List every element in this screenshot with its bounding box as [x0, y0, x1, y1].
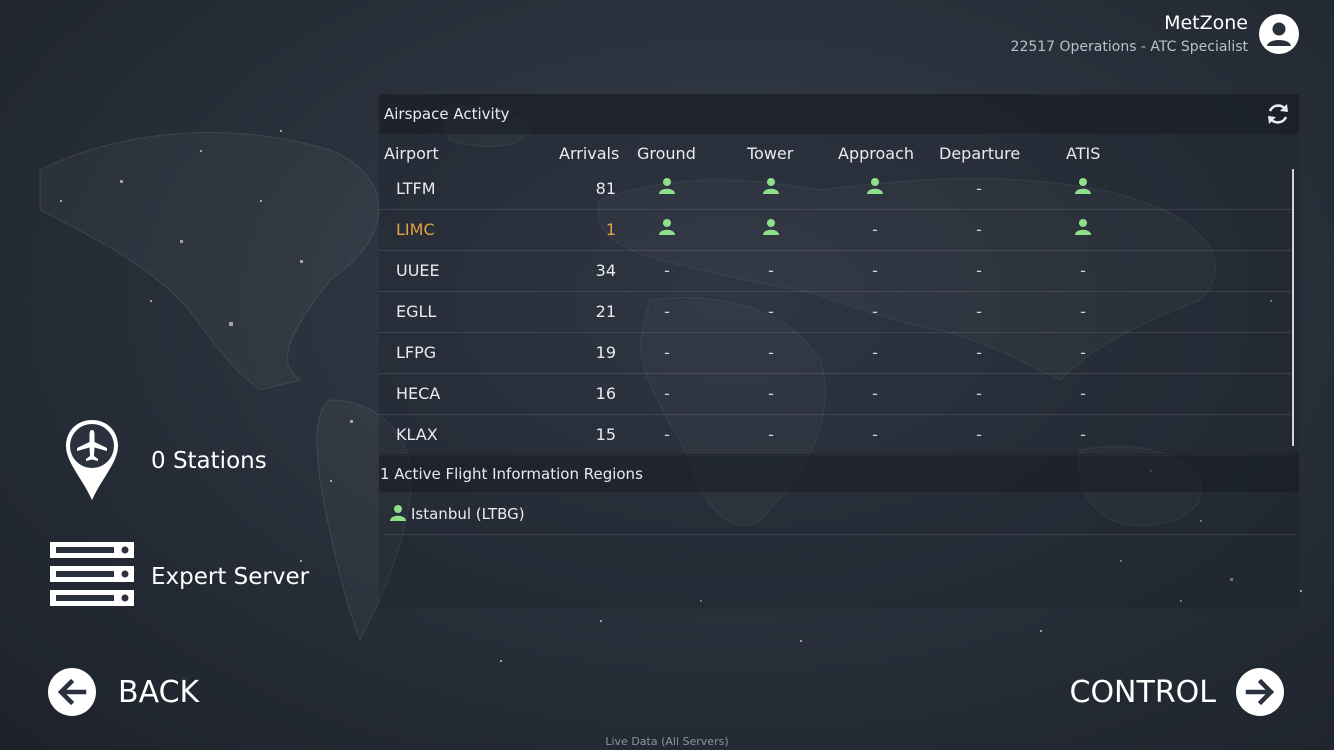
approach-status: - [872, 384, 878, 403]
airport-code: LIMC [396, 220, 435, 239]
stations-count: 0 Stations [151, 448, 267, 474]
col-departure[interactable]: Departure [939, 144, 1020, 163]
ground-staffed-icon [637, 218, 697, 240]
control-button[interactable]: CONTROL [1069, 668, 1284, 716]
departure-status: - [976, 220, 982, 239]
departure-status: - [976, 261, 982, 280]
col-tower[interactable]: Tower [747, 144, 793, 163]
person-icon [659, 178, 675, 194]
ground-status: - [664, 261, 670, 280]
back-label: BACK [118, 674, 200, 710]
user-subtitle: 22517 Operations - ATC Specialist [1010, 39, 1248, 55]
fir-title: 1 Active Flight Information Regions [380, 465, 643, 483]
user-avatar-icon[interactable] [1258, 13, 1300, 55]
arrivals-count: 81 [595, 179, 616, 198]
arrow-left-icon [48, 668, 96, 716]
airport-list: LTFM 81- LIMC 1- - UUEE 34- - - - - EGLL 21- - - - - LFPG… [379, 169, 1293, 456]
table-row[interactable]: KLAX 15 - - - - - [379, 415, 1293, 456]
person-icon [867, 178, 883, 194]
user-name: MetZone [1164, 12, 1248, 34]
control-label: CONTROL [1069, 674, 1217, 710]
server-icon [50, 542, 134, 606]
server-name: Expert Server [151, 564, 310, 590]
refresh-icon[interactable] [1265, 101, 1291, 127]
tower-status: - [768, 261, 774, 280]
approach-status: - [872, 343, 878, 362]
back-button[interactable]: BACK [48, 668, 199, 716]
atis-status: - [1080, 425, 1086, 444]
col-arrivals[interactable]: Arrivals [559, 144, 619, 163]
arrivals-count: 19 [595, 343, 616, 362]
approach-status: - [872, 261, 878, 280]
person-icon [1075, 219, 1091, 235]
person-icon [659, 219, 675, 235]
person-icon [763, 219, 779, 235]
airplane-pin-icon [66, 420, 118, 500]
arrivals-count: 1 [605, 220, 616, 239]
fir-item[interactable]: Istanbul (LTBG) [383, 494, 1297, 535]
airport-code: HECA [396, 384, 441, 403]
approach-staffed-icon [845, 177, 905, 199]
airport-code: KLAX [396, 425, 438, 444]
atis-status: - [1080, 302, 1086, 321]
arrivals-count: 16 [595, 384, 616, 403]
table-row[interactable]: LTFM 81 - [379, 169, 1293, 210]
airport-code: UUEE [396, 261, 440, 280]
table-row[interactable]: LFPG 19 - - - - - [379, 333, 1293, 374]
departure-status: - [976, 425, 982, 444]
col-ground[interactable]: Ground [637, 144, 696, 163]
atis-staffed-icon [1053, 218, 1113, 240]
table-row[interactable]: HECA 16 - - - - - [379, 374, 1293, 415]
footer-status: Live Data (All Servers) [605, 735, 729, 748]
col-airport[interactable]: Airport [384, 144, 439, 163]
tower-status: - [768, 343, 774, 362]
airport-code: EGLL [396, 302, 437, 321]
panel-title: Airspace Activity [384, 105, 510, 123]
tower-status: - [768, 384, 774, 403]
table-row[interactable]: LIMC 1 - - [379, 210, 1293, 251]
arrow-right-icon [1236, 668, 1284, 716]
departure-status: - [976, 384, 982, 403]
tower-status: - [768, 425, 774, 444]
departure-status: - [976, 343, 982, 362]
ground-staffed-icon [637, 177, 697, 199]
airport-code: LFPG [396, 343, 437, 362]
fir-header: 1 Active Flight Information Regions [379, 454, 1299, 492]
tower-status: - [768, 302, 774, 321]
approach-status: - [872, 220, 878, 239]
ground-status: - [664, 302, 670, 321]
atis-status: - [1080, 343, 1086, 362]
table-header: Airport Arrivals Ground Tower Approach D… [379, 144, 1299, 166]
ground-status: - [664, 384, 670, 403]
panel-header: Airspace Activity [379, 94, 1299, 134]
atis-status: - [1080, 261, 1086, 280]
airport-code: LTFM [396, 179, 436, 198]
col-atis[interactable]: ATIS [1066, 144, 1100, 163]
departure-status: - [976, 302, 982, 321]
table-row[interactable]: UUEE 34 - - - - - [379, 251, 1293, 292]
ground-status: - [664, 425, 670, 444]
arrivals-count: 34 [595, 261, 616, 280]
departure-status: - [976, 179, 982, 198]
tower-staffed-icon [741, 218, 801, 240]
tower-staffed-icon [741, 177, 801, 199]
atis-staffed-icon [1053, 177, 1113, 199]
atis-status: - [1080, 384, 1086, 403]
arrivals-count: 15 [595, 425, 616, 444]
approach-status: - [872, 425, 878, 444]
arrivals-count: 21 [595, 302, 616, 321]
col-approach[interactable]: Approach [838, 144, 914, 163]
scrollbar[interactable] [1292, 169, 1294, 446]
approach-status: - [872, 302, 878, 321]
person-icon [1075, 178, 1091, 194]
airspace-panel: Airspace Activity Airport Arrivals Groun… [379, 94, 1299, 609]
person-icon [763, 178, 779, 194]
fir-name: Istanbul (LTBG) [411, 505, 525, 523]
table-row[interactable]: EGLL 21 - - - - - [379, 292, 1293, 333]
ground-status: - [664, 343, 670, 362]
person-icon [390, 505, 406, 521]
